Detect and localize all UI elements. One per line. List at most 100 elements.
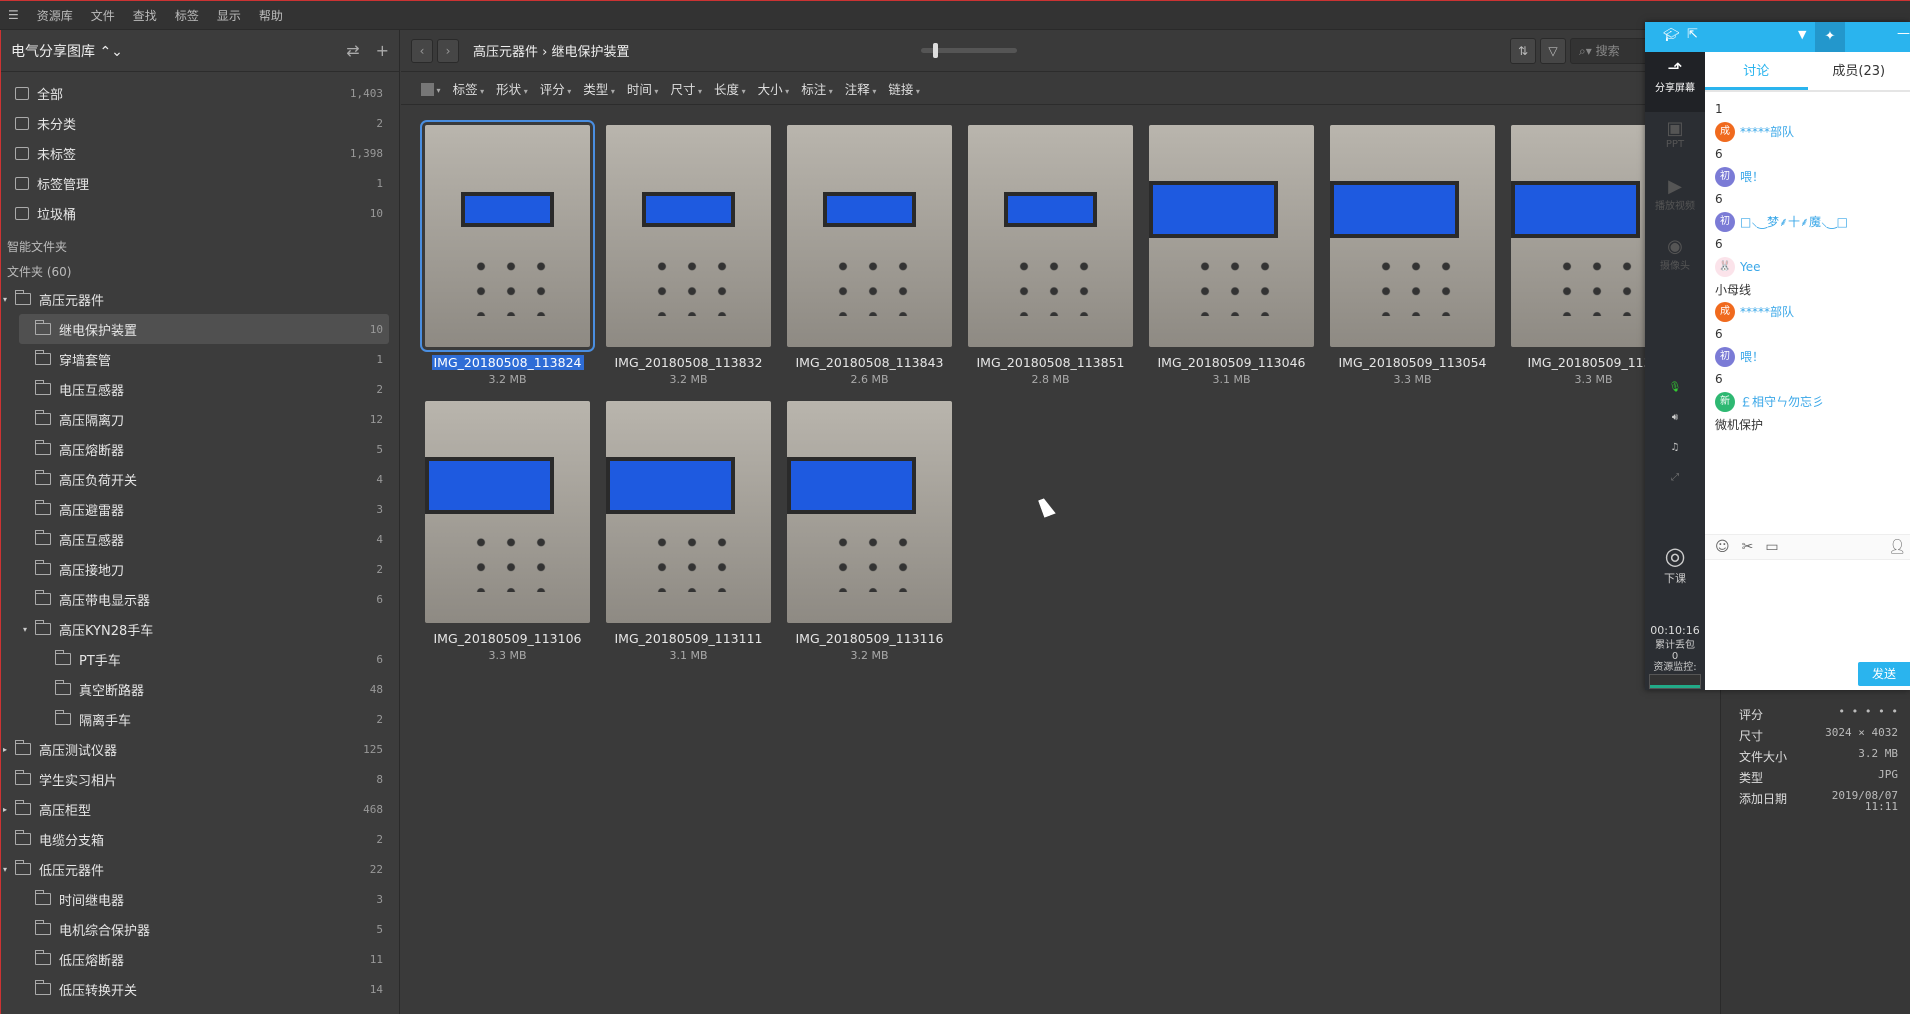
user-avatar[interactable]: 新 — [1715, 391, 1735, 412]
file-thumbnail[interactable] — [1330, 125, 1495, 347]
share-out-icon[interactable]: ⇱ — [1687, 27, 1698, 42]
folder-item[interactable]: 高压接地刀 2 — [1, 554, 399, 584]
folders-header[interactable]: 文件夹 (60) — [1, 259, 399, 284]
folder-item[interactable]: 高压熔断器 5 — [1, 434, 399, 464]
folder-item[interactable]: 穿墙套管 1 — [1, 344, 399, 374]
user-avatar[interactable]: 🐰 — [1715, 256, 1735, 277]
filter-2[interactable]: 评分 — [540, 79, 572, 98]
file-card[interactable]: IMG_20180509_113046 3.1 MB — [1145, 125, 1318, 386]
pin-icon[interactable]: ✦ — [1815, 22, 1845, 52]
filter-4[interactable]: 时间 — [627, 79, 659, 98]
file-thumbnail[interactable] — [787, 125, 952, 347]
folder-item[interactable]: 高压负荷开关 4 — [1, 464, 399, 494]
end-class-button[interactable]: ◎ 下课 — [1645, 542, 1705, 586]
file-card[interactable]: IMG_20180509_113054 3.3 MB — [1326, 125, 1499, 386]
folder-item[interactable]: 真空断路器 48 — [1, 674, 399, 704]
filter-6[interactable]: 长度 — [714, 79, 746, 98]
file-thumbnail[interactable] — [606, 125, 771, 347]
filter-10[interactable]: 链接 — [888, 79, 920, 98]
user-avatar[interactable]: 成 — [1715, 301, 1735, 322]
file-thumbnail[interactable] — [606, 401, 771, 623]
tab-members[interactable]: 成员(23) — [1808, 52, 1910, 90]
play-video-button[interactable]: ▶ 播放视频 — [1645, 176, 1705, 212]
caret-down-icon[interactable]: ▾ — [23, 625, 27, 634]
folder-item[interactable]: 隔离手车 2 — [1, 704, 399, 734]
filter-1[interactable]: 形状 — [496, 79, 528, 98]
folder-item[interactable]: ▸ 高压柜型 468 — [1, 794, 399, 824]
file-thumbnail[interactable] — [1149, 125, 1314, 347]
folder-item[interactable]: 电压互感器 2 — [1, 374, 399, 404]
filter-8[interactable]: 标注 — [801, 79, 833, 98]
sidebar-item[interactable]: 标签管理 1 — [1, 168, 399, 198]
file-thumbnail[interactable] — [425, 401, 590, 623]
folder-item[interactable]: ▾ 高压KYN28手车 — [1, 614, 399, 644]
file-thumbnail[interactable] — [968, 125, 1133, 347]
microphone-icon[interactable]: 🎙︎ — [1645, 382, 1705, 393]
share-screen-button[interactable]: ⬏ 分享屏幕 — [1645, 52, 1705, 112]
user-name[interactable]: *****部队 — [1740, 303, 1794, 320]
caret-down-icon[interactable]: ▾ — [3, 865, 7, 874]
user-avatar[interactable]: 初 — [1715, 166, 1735, 187]
caret-right-icon[interactable]: ▸ — [3, 745, 7, 754]
sidebar-item[interactable]: 未分类 2 — [1, 108, 399, 138]
thumbnail-size-slider[interactable] — [921, 43, 1017, 58]
filter-9[interactable]: 注释 — [845, 79, 877, 98]
folder-item[interactable]: 高压带电显示器 6 — [1, 584, 399, 614]
user-name[interactable]: □⸜‿梦⸙十⸙魔⸜‿□ — [1740, 213, 1848, 230]
emoji-icon[interactable]: ☺ — [1715, 539, 1730, 555]
folder-item[interactable]: 学生实习相片 8 — [1, 764, 399, 794]
sort-icon[interactable]: ⇅ — [1510, 38, 1536, 64]
folder-item[interactable]: 电缆分支箱 2 — [1, 824, 399, 854]
user-name[interactable]: 喂！ — [1740, 168, 1764, 185]
folder-item[interactable]: 继电保护装置 10 — [19, 314, 389, 344]
select-all-checkbox[interactable]: ▾ — [421, 81, 441, 96]
file-card[interactable]: IMG_20180508_113843 2.6 MB — [783, 125, 956, 386]
folder-item[interactable]: 高压隔离刀 12 — [1, 404, 399, 434]
sidebar-item[interactable]: 垃圾桶 10 — [1, 198, 399, 228]
filter-7[interactable]: 大小 — [758, 79, 790, 98]
user-name[interactable]: Yee — [1740, 260, 1761, 274]
hamburger-icon[interactable]: ☰ — [8, 8, 19, 22]
user-name[interactable]: 喂！ — [1740, 348, 1764, 365]
filter-0[interactable]: 标签 — [453, 79, 485, 98]
camera-button[interactable]: ◉ 摄像头 — [1645, 236, 1705, 272]
folder-item[interactable]: 电机综合保护器 5 — [1, 914, 399, 944]
scissors-icon[interactable]: ✂ — [1742, 539, 1754, 555]
menu-item[interactable]: 文件 — [91, 7, 115, 24]
menu-item[interactable]: 帮助 — [259, 7, 283, 24]
menu-item[interactable]: 标签 — [175, 7, 199, 24]
file-card[interactable]: IMG_20180508_113832 3.2 MB — [602, 125, 775, 386]
forward-button[interactable]: › — [437, 38, 459, 63]
swap-icon[interactable]: ⇄ — [346, 41, 359, 60]
fullscreen-icon[interactable]: ⤢ — [1645, 472, 1705, 483]
minimize-icon[interactable]: — — [1897, 26, 1910, 41]
menu-item[interactable]: 显示 — [217, 7, 241, 24]
menu-item[interactable]: 资源库 — [37, 7, 73, 24]
user-avatar[interactable]: 初 — [1715, 211, 1735, 232]
library-switcher[interactable]: 电气分享图库 ⌃⌄ ⇄ + — [1, 30, 399, 72]
sidebar-item[interactable]: 全部 1,403 — [1, 78, 399, 108]
smart-folders-header[interactable]: 智能文件夹 — [1, 234, 399, 259]
folder-item[interactable]: ▾ 高压元器件 — [1, 284, 399, 314]
caret-right-icon[interactable]: ▸ — [3, 805, 7, 814]
ppt-button[interactable]: ▣ PPT — [1645, 118, 1705, 150]
file-card[interactable]: IMG_20180509_113106 3.3 MB — [421, 401, 594, 662]
file-card[interactable]: IMG_20180509_113116 3.2 MB — [783, 401, 956, 662]
tab-discussion[interactable]: 讨论 — [1705, 52, 1808, 90]
image-icon[interactable]: ▭ — [1765, 539, 1778, 555]
plus-icon[interactable]: + — [376, 41, 389, 60]
folder-item[interactable]: 高压避雷器 3 — [1, 494, 399, 524]
send-button[interactable]: 发送 — [1858, 662, 1910, 686]
hat-icon[interactable]: 🎓︎ — [1663, 28, 1680, 43]
folder-item[interactable]: 低压转换开关 14 — [1, 974, 399, 1004]
music-icon[interactable]: ♫ — [1645, 442, 1705, 453]
slider-handle[interactable] — [932, 43, 938, 58]
filter-3[interactable]: 类型 — [583, 79, 615, 98]
dropdown-icon[interactable]: ▼ — [1798, 28, 1806, 41]
user-avatar[interactable]: 初 — [1715, 346, 1735, 367]
user-name[interactable]: ￡相守ㄣ勿忘彡 — [1740, 393, 1824, 410]
folder-item[interactable]: PT手车 6 — [1, 644, 399, 674]
file-card[interactable]: IMG_20180509_113111 3.1 MB — [602, 401, 775, 662]
file-card[interactable]: IMG_20180508_113824 3.2 MB — [420, 120, 595, 386]
filter-icon[interactable]: ▽ — [1540, 38, 1566, 64]
